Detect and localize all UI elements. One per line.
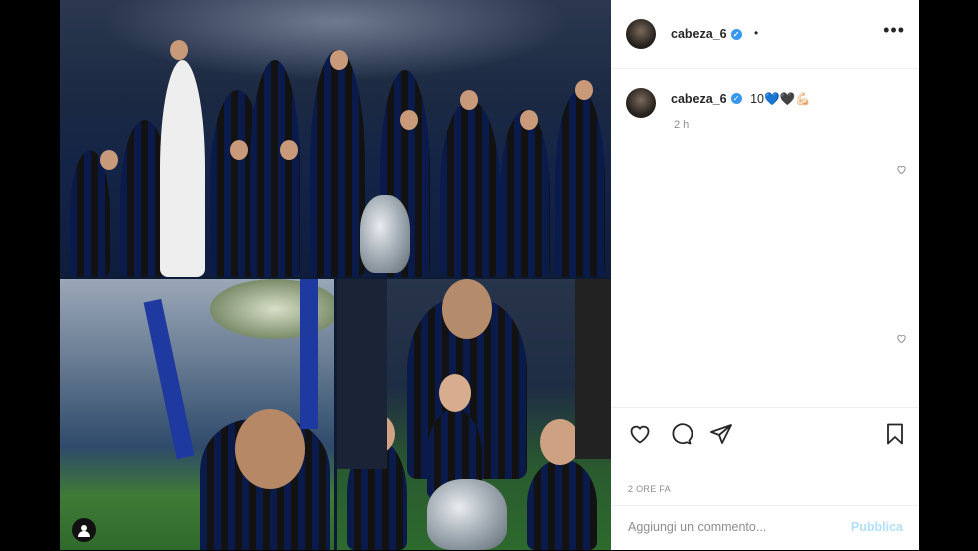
verified-badge-icon: ✓: [730, 29, 742, 41]
post-sidebar: cabeza_6 ✓ • ••• cabeza_6 ✓ 10💙🖤💪🏻 2 h 2…: [612, 0, 919, 550]
tagged-user-icon[interactable]: [72, 518, 96, 542]
heart-icon[interactable]: [628, 422, 652, 446]
author-username[interactable]: cabeza_6 ✓: [671, 27, 742, 41]
share-icon[interactable]: [709, 422, 733, 446]
comment-icon[interactable]: [669, 422, 693, 446]
trophy-lift-photo: [60, 279, 334, 550]
publish-button[interactable]: Pubblica: [851, 520, 903, 534]
instagram-post-window: cabeza_6 ✓ • ••• cabeza_6 ✓ 10💙🖤💪🏻 2 h 2…: [60, 0, 919, 550]
caption-text: 10💙🖤💪🏻: [750, 92, 811, 106]
author-name-text[interactable]: cabeza_6: [671, 27, 727, 41]
bookmark-icon[interactable]: [883, 422, 907, 446]
caption-like-icon[interactable]: [896, 164, 907, 175]
family-trophy-photo: [337, 279, 611, 550]
caption-avatar[interactable]: [626, 88, 656, 118]
comment-bar: Aggiungi un commento... Pubblica: [612, 505, 919, 551]
caption-username[interactable]: cabeza_6: [671, 92, 727, 106]
more-options-button[interactable]: •••: [883, 21, 905, 39]
header-separator: •: [754, 26, 759, 40]
comment-input[interactable]: Aggiungi un commento...: [628, 520, 766, 534]
comment-like-icon[interactable]: [896, 333, 907, 344]
caption-verified-badge-icon: ✓: [730, 93, 742, 105]
post-header: cabeza_6 ✓ • •••: [612, 0, 919, 69]
team-celebration-photo: [60, 0, 611, 277]
author-avatar[interactable]: [626, 19, 656, 49]
post-date[interactable]: 2 ORE FA: [628, 484, 671, 494]
post-photo-collage[interactable]: [60, 0, 611, 550]
post-actions: 2 ORE FA: [612, 407, 919, 508]
caption-time[interactable]: 2 h: [674, 119, 689, 131]
